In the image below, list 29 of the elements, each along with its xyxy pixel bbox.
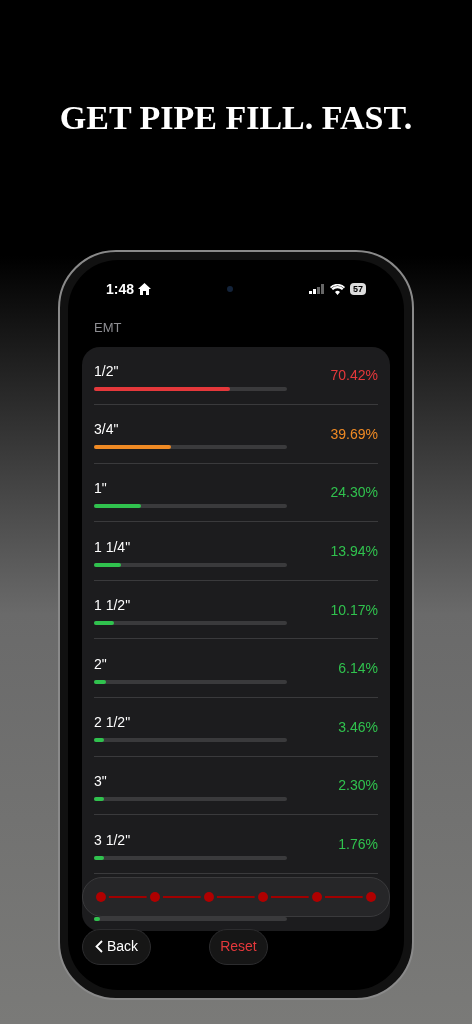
pipe-size: 1 1/2" (94, 596, 131, 615)
back-button[interactable]: Back (82, 928, 152, 965)
pipe-size: 3/4" (94, 420, 119, 439)
fill-percent: 1.76% (338, 835, 378, 854)
pipe-size: 1/2" (94, 361, 119, 380)
reset-button[interactable]: Reset (209, 928, 268, 965)
wifi-icon (330, 283, 345, 295)
fill-percent: 24.30% (330, 483, 378, 502)
fill-percent: 13.94% (330, 542, 378, 561)
fill-percent: 70.42% (330, 366, 378, 385)
signal-icon (309, 284, 325, 294)
fill-percent: 2.30% (338, 776, 378, 795)
fill-percent: 3.46% (338, 717, 378, 736)
pipe-size: 1" (94, 479, 107, 497)
pipe-size: 1 1/4" (94, 537, 131, 556)
fill-percent: 6.14% (338, 659, 378, 678)
chevron-left-icon (95, 940, 103, 953)
pipe-size: 3" (94, 771, 107, 790)
camera-icon (227, 286, 233, 292)
section-title: EMT (94, 319, 122, 337)
fill-percent: 39.69% (330, 424, 378, 443)
pipe-size: 3 1/2" (94, 830, 131, 849)
status-time: 1:48 (106, 279, 135, 299)
pipe-size: 2 1/2" (94, 713, 131, 732)
fill-percent: 10.17% (330, 600, 378, 619)
headline: GET PIPE FILL. FAST. (59, 98, 413, 138)
pipe-size: 2" (94, 654, 107, 673)
battery-icon: 57 (350, 283, 366, 295)
home-icon (138, 283, 152, 295)
